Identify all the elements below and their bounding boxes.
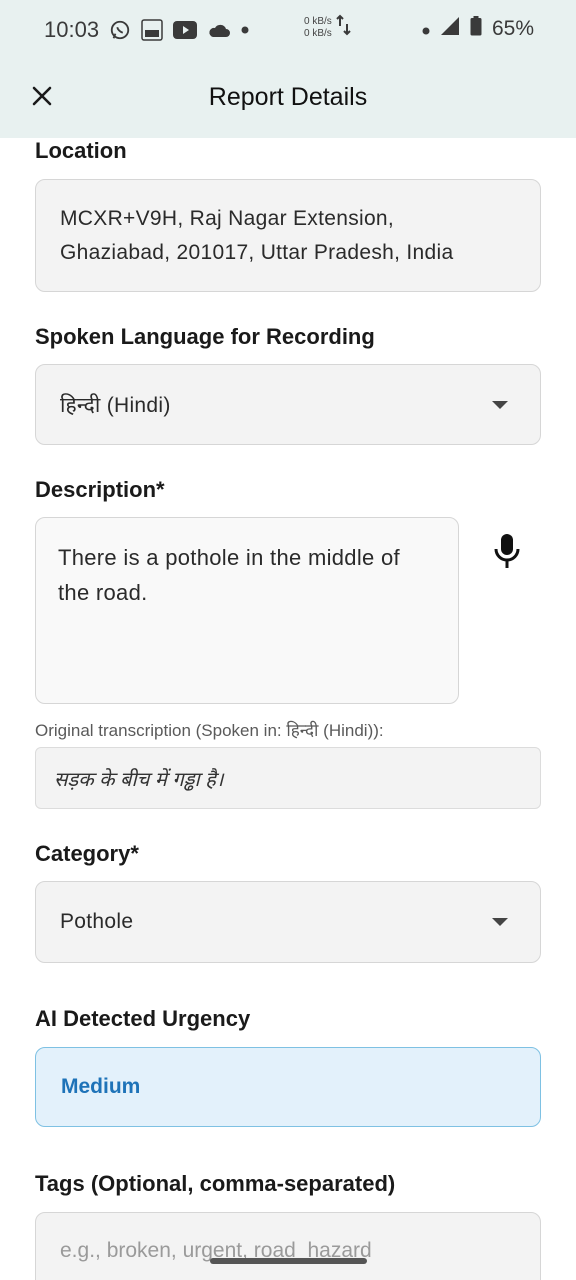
data-transfer-icon xyxy=(336,14,352,42)
urgency-value: Medium xyxy=(61,1075,141,1098)
category-label: Category* xyxy=(35,841,139,866)
urgency-badge: Medium xyxy=(35,1047,541,1127)
app-bar: Report Details xyxy=(0,60,576,138)
microphone-icon xyxy=(494,534,520,568)
urgency-label: AI Detected Urgency xyxy=(35,1006,251,1031)
report-form: Location MCXR+V9H, Raj Nagar Extension, … xyxy=(0,138,576,1280)
description-label: Description* xyxy=(35,477,165,502)
original-transcription-field: सड़क के बीच में गड्ढा है। xyxy=(35,747,541,809)
notification-dot-icon xyxy=(241,26,249,34)
home-indicator[interactable] xyxy=(210,1258,367,1264)
location-label: Location xyxy=(35,138,127,163)
youtube-icon xyxy=(173,21,198,39)
original-transcription-value: सड़क के बीच में गड्ढा है। xyxy=(54,768,224,791)
whatsapp-icon xyxy=(109,19,131,41)
spoken-language-value: हिन्दी (Hindi) xyxy=(60,393,171,417)
original-transcription-label: Original transcription (Spoken in: हिन्द… xyxy=(35,721,384,740)
tags-input[interactable]: e.g., broken, urgent, road_hazard xyxy=(35,1212,541,1280)
net-down-speed: 0 kB/s xyxy=(304,28,332,39)
description-input[interactable]: There is a pothole in the middle of the … xyxy=(35,517,459,704)
record-button[interactable] xyxy=(490,531,524,571)
dropdown-arrow-icon xyxy=(492,918,508,926)
notification-dot-icon xyxy=(422,17,430,41)
signal-icon xyxy=(440,16,460,42)
category-dropdown[interactable]: Pothole xyxy=(35,881,541,963)
status-time: 10:03 xyxy=(44,17,100,42)
page-title: Report Details xyxy=(208,83,368,111)
status-bar: 10:03 0 kB/s 0 kB/s 65% xyxy=(0,0,576,60)
category-value: Pothole xyxy=(60,910,134,933)
location-line-2: Ghaziabad, 201017, Uttar Pradesh, India xyxy=(60,241,454,264)
net-up-speed: 0 kB/s xyxy=(304,16,332,27)
spoken-language-dropdown[interactable]: हिन्दी (Hindi) xyxy=(35,364,541,445)
spoken-language-label: Spoken Language for Recording xyxy=(35,324,375,349)
tags-label: Tags (Optional, comma-separated) xyxy=(35,1171,396,1196)
cloud-icon xyxy=(207,22,231,38)
battery-percent: 65% xyxy=(491,17,534,40)
dropdown-arrow-icon xyxy=(492,400,508,409)
location-field[interactable]: MCXR+V9H, Raj Nagar Extension, Ghaziabad… xyxy=(35,179,541,292)
tata-1mg-icon xyxy=(141,19,163,41)
battery-icon xyxy=(470,16,482,42)
network-speed: 0 kB/s 0 kB/s xyxy=(304,14,352,42)
location-line-1: MCXR+V9H, Raj Nagar Extension, xyxy=(60,207,395,230)
